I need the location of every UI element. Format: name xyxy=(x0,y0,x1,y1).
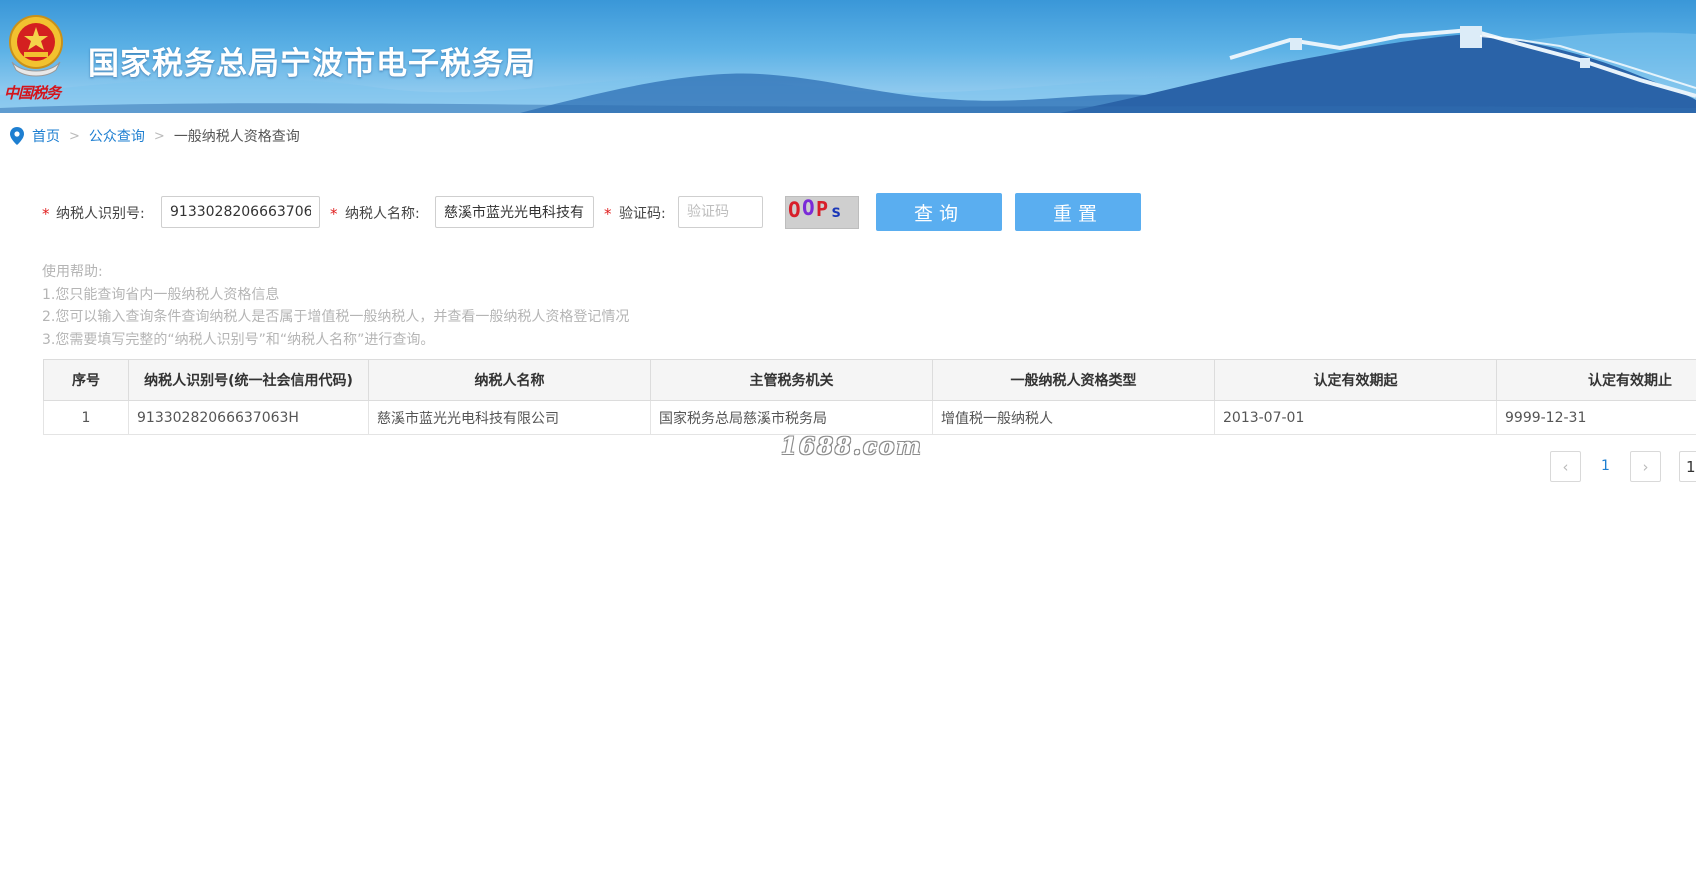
table-cell: 1 xyxy=(43,400,129,435)
table-cell: 增值税一般纳税人 xyxy=(932,400,1215,435)
table-header-row: 序号 纳税人识别号(统一社会信用代码) 纳税人名称 主管税务机关 一般纳税人资格… xyxy=(43,359,1696,401)
chevron-left-icon: ‹ xyxy=(1562,457,1569,476)
column-header: 序号 xyxy=(43,359,129,401)
column-header: 一般纳税人资格类型 xyxy=(932,359,1215,401)
breadcrumb-separator: > xyxy=(153,128,165,144)
results-table: 序号 纳税人识别号(统一社会信用代码) 纳税人名称 主管税务机关 一般纳税人资格… xyxy=(43,359,1696,435)
table-cell: 国家税务总局慈溪市税务局 xyxy=(650,400,933,435)
breadcrumb-separator: > xyxy=(69,128,80,144)
chevron-right-icon: › xyxy=(1642,457,1649,476)
breadcrumb: 首页 > 公众查询 > 一般纳税人资格查询 xyxy=(10,126,300,146)
column-header: 认定有效期止 xyxy=(1496,359,1696,401)
query-button[interactable]: 查询 xyxy=(876,193,1002,231)
usage-help-line: 1.您只能查询省内一般纳税人资格信息 xyxy=(42,286,280,303)
reset-button[interactable]: 重置 xyxy=(1015,193,1141,231)
table-cell: 91330282066637063H xyxy=(128,400,369,435)
captcha-image[interactable]: O O P s xyxy=(785,196,859,229)
usage-help-title: 使用帮助: xyxy=(42,264,103,280)
taxpayer-id-input[interactable] xyxy=(161,196,320,228)
captcha-char: P xyxy=(816,197,829,221)
captcha-input[interactable] xyxy=(678,196,763,228)
column-header: 主管税务机关 xyxy=(650,359,933,401)
usage-help-line: 2.您可以输入查询条件查询纳税人是否属于增值税一般纳税人，并查看一般纳税人资格登… xyxy=(42,309,630,325)
table-cell: 慈溪市蓝光光电科技有限公司 xyxy=(368,400,651,435)
usage-help-line: 3.您需要填写完整的“纳税人识别号”和“纳税人名称”进行查询。 xyxy=(42,331,435,348)
taxpayer-name-input[interactable] xyxy=(435,196,594,228)
taxpayer-id-label: 纳税人识别号: xyxy=(56,206,145,222)
watermark: 1688.com xyxy=(781,433,923,460)
breadcrumb-public-query-link[interactable]: 公众查询 xyxy=(89,126,145,146)
page-number-current[interactable]: 1 xyxy=(1601,458,1610,474)
table-row: 1 91330282066637063H 慈溪市蓝光光电科技有限公司 国家税务总… xyxy=(43,400,1696,435)
results-table-container: 序号 纳税人识别号(统一社会信用代码) 纳税人名称 主管税务机关 一般纳税人资格… xyxy=(43,359,1696,435)
breadcrumb-home-link[interactable]: 首页 xyxy=(32,126,60,146)
usage-help: 使用帮助: 1.您只能查询省内一般纳税人资格信息 2.您可以输入查询条件查询纳税… xyxy=(42,261,629,351)
captcha-char: O xyxy=(802,196,815,220)
column-header: 认定有效期起 xyxy=(1214,359,1497,401)
captcha-char: O xyxy=(788,198,801,222)
captcha-label: 验证码: xyxy=(619,206,666,222)
required-mark: * xyxy=(604,205,612,223)
breadcrumb-current-page: 一般纳税人资格查询 xyxy=(173,129,300,145)
column-header: 纳税人名称 xyxy=(368,359,651,401)
emblem-caption: 中国税务 xyxy=(4,84,61,102)
table-cell: 9999-12-31 xyxy=(1496,400,1696,435)
captcha-char: s xyxy=(831,202,842,222)
location-pin-icon xyxy=(10,127,24,145)
table-cell: 2013-07-01 xyxy=(1214,400,1497,435)
column-header: 纳税人识别号(统一社会信用代码) xyxy=(128,359,369,401)
prev-page-button[interactable]: ‹ xyxy=(1550,451,1581,482)
next-page-button[interactable]: › xyxy=(1630,451,1661,482)
tax-emblem-icon xyxy=(9,15,63,77)
page-jump-input[interactable]: 1 xyxy=(1679,451,1696,482)
site-title: 国家税务总局宁波市电子税务局 xyxy=(88,46,536,82)
required-mark: * xyxy=(42,205,50,223)
header-banner: 中国税务 国家税务总局宁波市电子税务局 xyxy=(0,0,1696,113)
taxpayer-name-label: 纳税人名称: xyxy=(345,206,420,222)
required-mark: * xyxy=(330,205,338,223)
